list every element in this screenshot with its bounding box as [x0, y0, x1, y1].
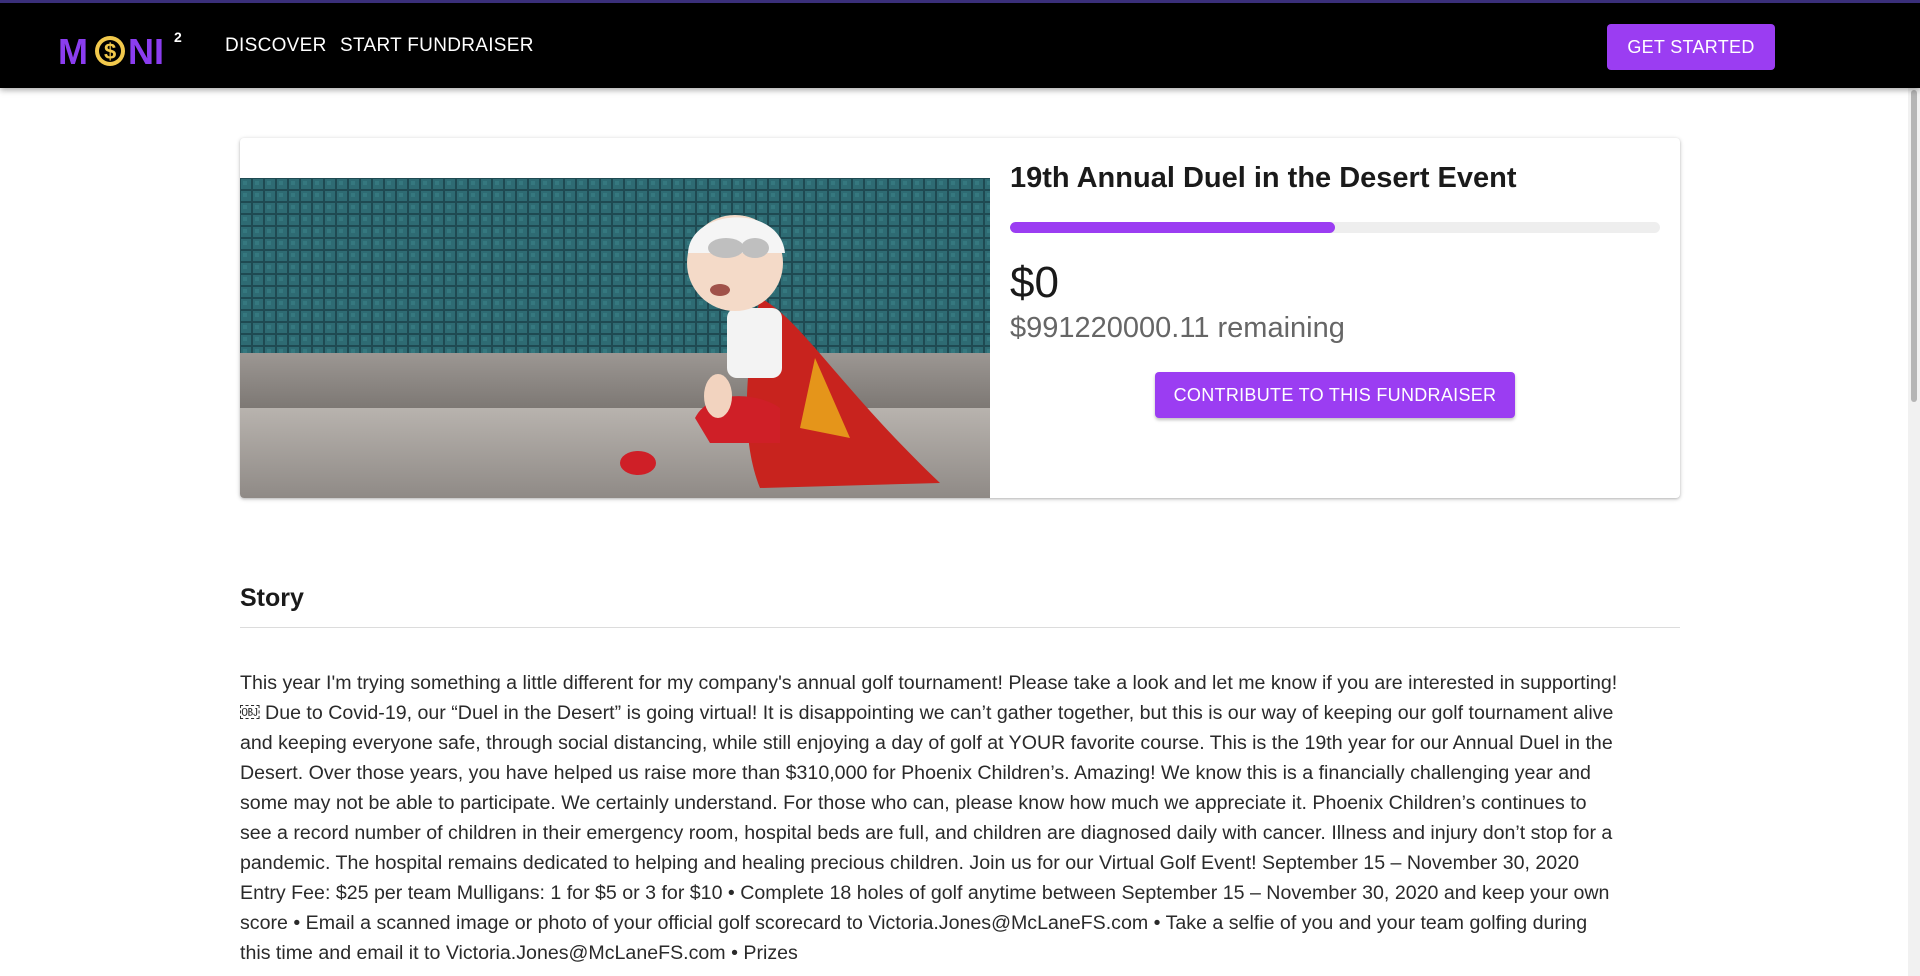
svg-text:$: $ [104, 39, 116, 64]
amount-remaining: $991220000.11 remaining [1010, 312, 1345, 344]
story-text: This year I'm trying something a little … [240, 672, 1618, 964]
story-divider [240, 627, 1680, 628]
story-heading: Story [240, 584, 304, 612]
get-started-button[interactable]: GET STARTED [1607, 24, 1775, 70]
moni-logo-mark: M $ NI 2 [58, 29, 182, 72]
progress-bar-fill [1010, 222, 1335, 233]
fundraiser-title: 19th Annual Duel in the Desert Event [1010, 162, 1517, 194]
scrollbar-thumb[interactable] [1911, 90, 1917, 402]
progress-bar [1010, 222, 1660, 233]
moni-logo[interactable]: M $ NI 2 [58, 25, 188, 73]
amount-raised: $0 [1010, 258, 1059, 307]
nav-start-fundraiser[interactable]: START FUNDRAISER [340, 35, 534, 57]
page-scrollbar[interactable] [1908, 88, 1920, 976]
fundraiser-details: 19th Annual Duel in the Desert Event $0 … [1010, 138, 1670, 498]
fundraiser-card: 19th Annual Duel in the Desert Event $0 … [240, 138, 1680, 498]
nav-discover[interactable]: DISCOVER [225, 35, 327, 57]
fundraiser-image [240, 178, 990, 498]
hero-image-child-in-cape [240, 178, 990, 498]
svg-text:NI: NI [128, 31, 164, 72]
svg-text:2: 2 [174, 29, 182, 45]
contribute-button[interactable]: CONTRIBUTE TO THIS FUNDRAISER [1155, 372, 1515, 418]
svg-text:M: M [58, 31, 88, 72]
app-bar: M $ NI 2 DISCOVER START FUNDRAISER GET S… [0, 0, 1920, 88]
